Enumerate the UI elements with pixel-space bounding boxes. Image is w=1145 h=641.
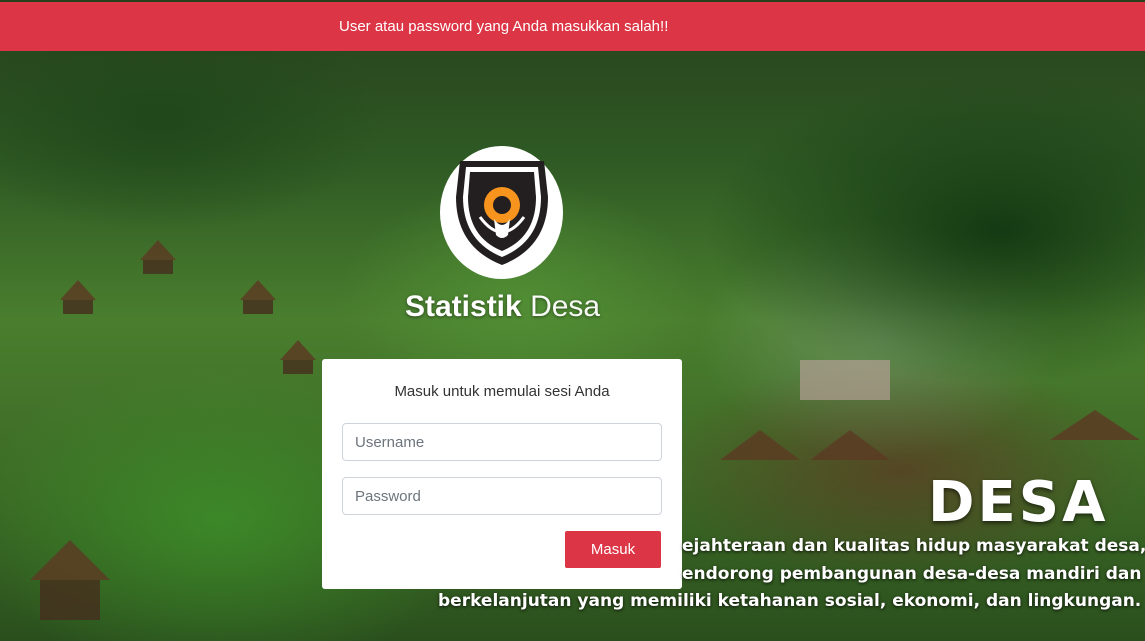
tagline-line-3: berkelanjutan yang memiliki ketahanan so… [438,591,1142,611]
university-seal-icon [455,160,548,265]
error-alert: User atau password yang Anda masukkan sa… [0,2,1145,51]
error-alert-message: User atau password yang Anda masukkan sa… [339,18,669,35]
login-card: Masuk untuk memulai sesi Anda Masuk [322,359,682,589]
university-logo [440,146,563,279]
login-message: Masuk untuk memulai sesi Anda [394,383,610,400]
banner-word: DESA [928,470,1109,535]
tagline-line-1: ejahteraan dan kualitas hidup masyarakat… [682,536,1145,556]
app-title-primary: Statistik [405,290,522,323]
password-input[interactable] [342,477,662,515]
app-title-secondary: Desa [530,290,601,323]
username-input[interactable] [342,423,662,461]
login-button[interactable]: Masuk [565,531,661,568]
tagline-line-2: endorong pembangunan desa-desa mandiri d… [682,564,1142,584]
app-title: Statistik Desa [405,290,605,324]
